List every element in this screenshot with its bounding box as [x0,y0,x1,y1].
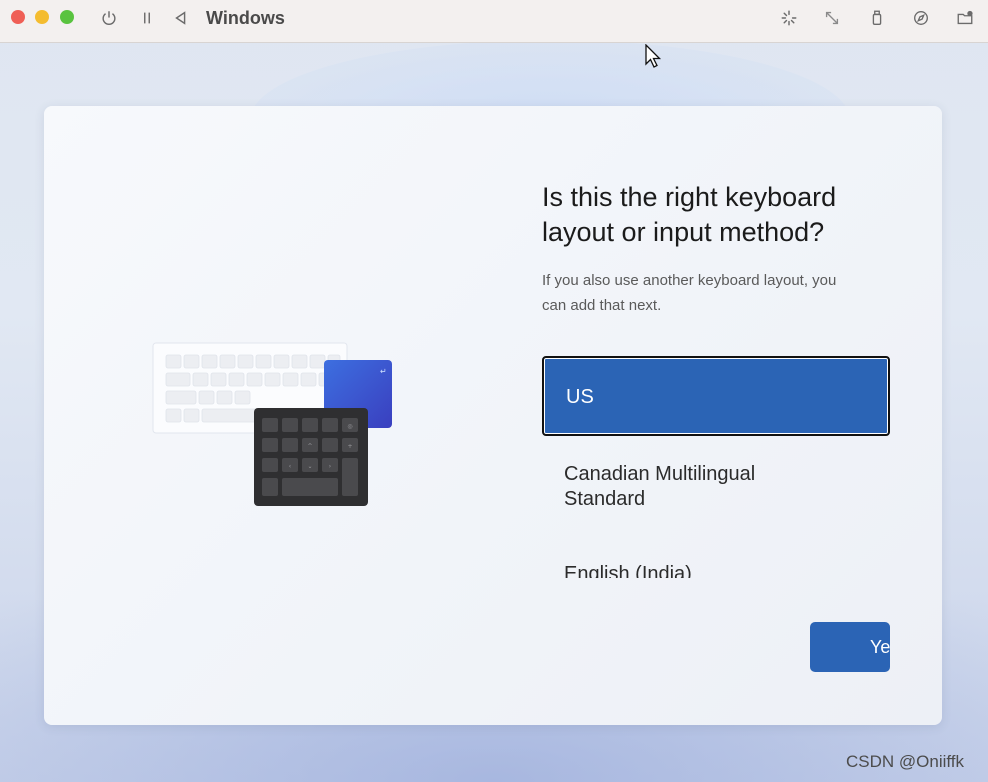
svg-text:⌄: ⌄ [307,463,312,470]
title-line-2: layout or input method? [542,217,825,247]
keyboard-layout-list[interactable]: US Canadian Multilingual Standard Englis… [542,356,890,578]
safari-compass-icon[interactable] [910,7,932,29]
svg-text:↵: ↵ [380,367,387,376]
usb-icon[interactable] [866,7,888,29]
layout-label-line-2: Standard [564,488,646,510]
layout-label: US [566,386,594,408]
svg-text:^: ^ [307,443,312,450]
zoom-window-button[interactable] [60,10,74,24]
layout-option-english-india[interactable]: English (India) [542,563,890,578]
vm-title-bar: Windows [0,0,988,43]
page-title: Is this the right keyboard layout or inp… [542,180,902,250]
layout-label: English (India) [564,563,692,578]
layout-option-canadian-multilingual[interactable]: Canadian Multilingual Standard [542,462,890,518]
watermark-text: CSDN @Oniiffk [846,752,965,771]
back-triangle-icon[interactable] [170,7,192,29]
keyboard-illustration-icon: ↵ ◎ ^ + ‹ ⌄ › [152,342,392,506]
yes-button[interactable]: Yes [810,622,890,672]
mouse-cursor-icon [645,44,662,68]
folder-share-icon[interactable] [954,7,976,29]
resize-arrows-icon[interactable] [821,7,843,29]
pause-icon[interactable] [136,7,158,29]
subtitle-line-1: If you also use another keyboard layout,… [542,272,837,289]
svg-text:‹: ‹ [289,463,291,470]
minimize-window-button[interactable] [35,10,49,24]
svg-text:›: › [329,463,331,470]
layout-option-us[interactable]: US [542,356,890,436]
subtitle-line-2: can add that next. [542,297,662,314]
power-icon[interactable] [98,7,120,29]
page-subtitle: If you also use another keyboard layout,… [542,268,892,318]
layout-label: Canadian Multilingual [564,463,756,485]
svg-text:◎: ◎ [347,423,352,430]
title-line-1: Is this the right keyboard [542,182,837,212]
svg-text:+: + [347,443,352,450]
window-title: Windows [206,8,285,28]
close-window-button[interactable] [11,10,25,24]
spinner-icon[interactable] [778,7,800,29]
